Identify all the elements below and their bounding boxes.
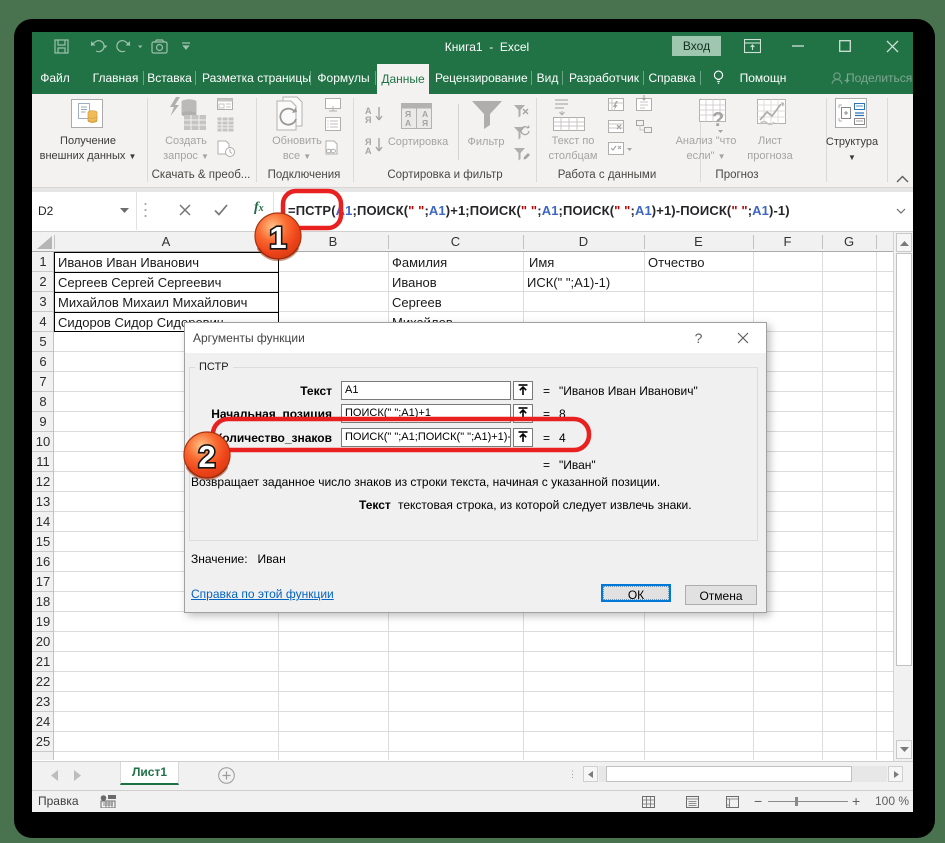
- svg-text:А: А: [365, 146, 372, 156]
- svg-text:А: А: [405, 118, 411, 128]
- svg-text:Я: Я: [365, 115, 371, 125]
- svg-text:Я: Я: [422, 118, 428, 128]
- svg-text:?: ?: [712, 109, 724, 131]
